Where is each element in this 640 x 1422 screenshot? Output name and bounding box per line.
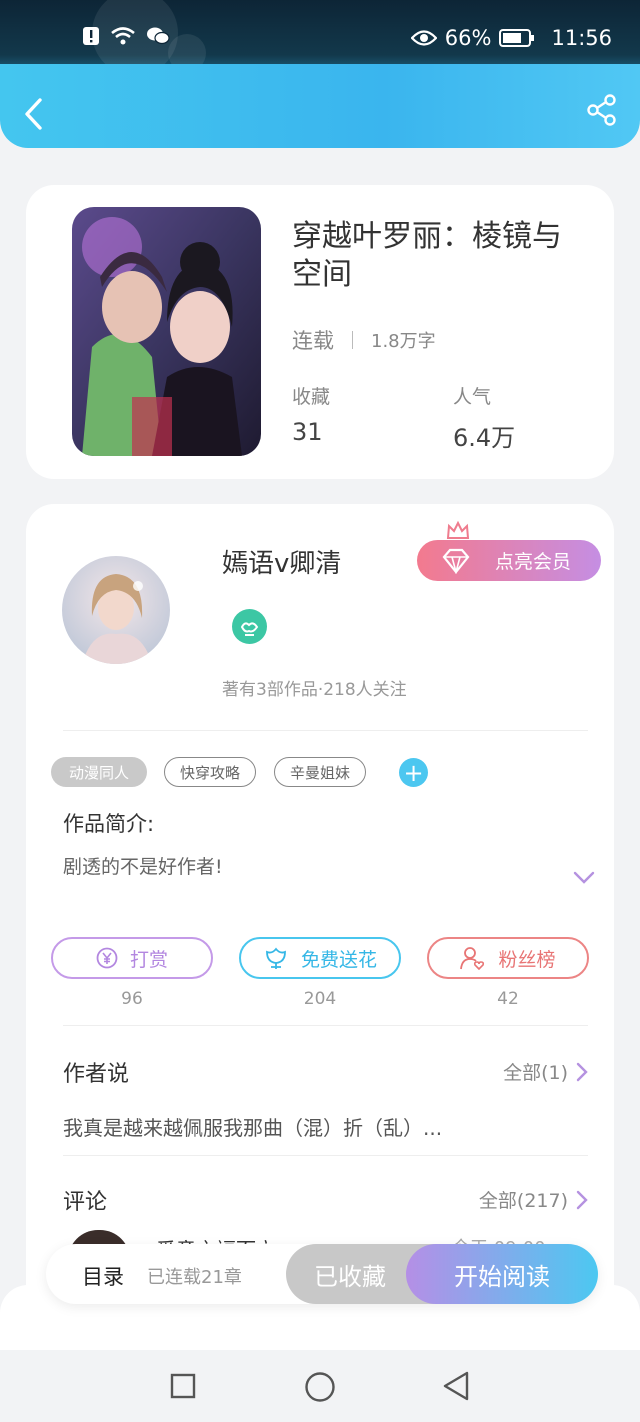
author-says-title: 作者说: [63, 1062, 130, 1087]
send-flower-label: 免费送花: [300, 948, 377, 971]
popularity-value: 6.4万: [453, 424, 516, 452]
word-count: 1.8万字: [371, 331, 436, 352]
author-says-more[interactable]: 全部(1): [503, 1058, 588, 1085]
favorites-value: 31: [292, 418, 323, 446]
reward-label: 打赏: [129, 948, 168, 971]
tag-chip[interactable]: 动漫同人: [51, 757, 147, 787]
author-level-badge: [232, 609, 267, 644]
wechat-icon: [147, 27, 170, 45]
divider: [63, 1155, 588, 1156]
clock: 11:56: [551, 26, 612, 50]
vip-button-label: 点亮会员: [494, 551, 571, 573]
popularity-label: 人气: [453, 386, 492, 408]
author-name[interactable]: 嫣语v卿清: [222, 543, 341, 580]
book-title: 穿越叶罗丽：棱镜与空间: [292, 219, 562, 292]
chevron-down-icon[interactable]: [572, 870, 596, 886]
intro-text: 剧透的不是好作者!: [63, 856, 223, 878]
book-meta: 连载 1.8万字: [292, 325, 436, 355]
reward-count: 96: [121, 989, 143, 1009]
battery-percent: 66%: [444, 26, 492, 50]
share-icon[interactable]: [586, 94, 618, 126]
author-summary: 著有3部作品·218人关注: [222, 680, 407, 700]
fan-ranking-button[interactable]: 粉丝榜: [427, 937, 589, 979]
author-avatar[interactable]: [62, 556, 170, 664]
toc-button[interactable]: 目录: [82, 1261, 124, 1291]
plus-icon: +: [403, 758, 424, 787]
fan-count: 42: [497, 989, 519, 1009]
favorites-label: 收藏: [292, 386, 331, 408]
diamond-icon: [442, 548, 470, 574]
battery-icon: [499, 29, 535, 47]
alert-icon: [83, 27, 99, 45]
tag-chip[interactable]: 快穿攻略: [164, 757, 256, 787]
comments-more-label: 全部(217): [478, 1190, 568, 1212]
yen-coin-icon: [96, 947, 118, 969]
wifi-icon: [111, 27, 135, 45]
reward-button[interactable]: 打赏: [51, 937, 213, 979]
author-says-more-label: 全部(1): [503, 1062, 568, 1084]
divider: [63, 730, 588, 731]
top-nav-bar: [0, 64, 640, 148]
divider: [63, 1025, 588, 1026]
send-flower-button[interactable]: 免费送花: [239, 937, 401, 979]
chevron-right-icon: [576, 1062, 588, 1081]
crown-icon: [446, 520, 470, 539]
tag-chip[interactable]: 辛曼姐妹: [274, 757, 366, 787]
intro-label: 作品简介:: [63, 812, 155, 836]
comments-title: 评论: [63, 1190, 108, 1215]
serial-status: 连载: [292, 329, 334, 353]
recent-apps-icon[interactable]: [170, 1373, 196, 1399]
chevron-right-icon: [576, 1190, 588, 1209]
add-tag-button[interactable]: +: [399, 758, 428, 787]
eye-icon: [410, 30, 437, 46]
author-says-text[interactable]: 我真是越来越佩服我那曲（混）折（乱）...: [63, 1112, 442, 1141]
user-heart-icon: [460, 947, 485, 970]
start-reading-button[interactable]: 开始阅读: [406, 1244, 598, 1304]
chapter-count: 已连载21章: [147, 1267, 242, 1288]
flower-icon: [266, 947, 286, 969]
fan-ranking-label: 粉丝榜: [498, 948, 556, 971]
home-icon[interactable]: [304, 1371, 336, 1403]
book-cover[interactable]: [72, 207, 261, 456]
vip-button[interactable]: 点亮会员: [417, 540, 601, 581]
comments-more[interactable]: 全部(217): [479, 1186, 588, 1213]
back-triangle-icon[interactable]: [441, 1370, 471, 1402]
back-arrow-icon[interactable]: [22, 96, 46, 132]
meta-divider: [352, 331, 353, 349]
system-nav-bar: [0, 1350, 640, 1422]
flower-count: 204: [303, 989, 337, 1009]
